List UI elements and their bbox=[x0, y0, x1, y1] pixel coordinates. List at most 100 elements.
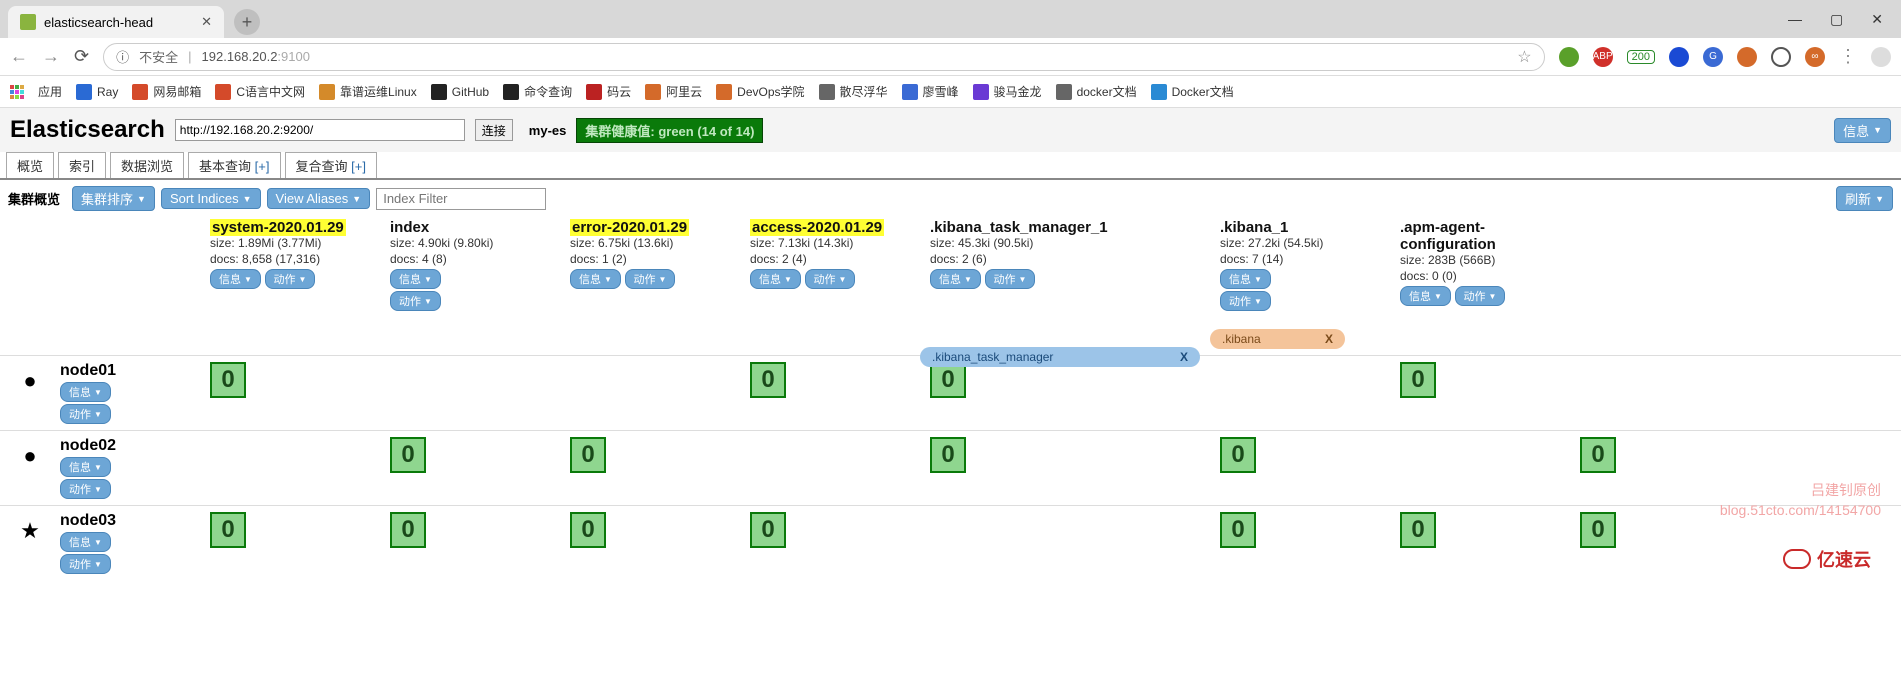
index-info-button[interactable]: 信息 ▼ bbox=[570, 269, 621, 289]
new-tab-button[interactable]: + bbox=[234, 9, 260, 35]
bookmark-item[interactable]: Docker文档 bbox=[1151, 83, 1234, 100]
shard[interactable]: 0 bbox=[1220, 437, 1256, 473]
cluster-sort-button[interactable]: 集群排序▼ bbox=[72, 186, 155, 211]
extension-badge[interactable]: 200 bbox=[1627, 50, 1655, 64]
node-info-button[interactable]: 信息 ▼ bbox=[60, 532, 111, 552]
bookmark-item[interactable]: docker文档 bbox=[1056, 83, 1137, 100]
bookmark-item[interactable]: GitHub bbox=[431, 83, 489, 100]
tab-3[interactable]: 基本查询 [+] bbox=[188, 152, 280, 178]
node-info-button[interactable]: 信息 ▼ bbox=[60, 457, 111, 477]
shard[interactable]: 0 bbox=[1580, 512, 1616, 548]
view-aliases-button[interactable]: View Aliases▼ bbox=[267, 188, 371, 209]
shard[interactable]: 0 bbox=[390, 437, 426, 473]
alias-bar[interactable]: .kibanaX bbox=[1210, 329, 1345, 349]
minimize-icon[interactable]: — bbox=[1788, 11, 1802, 28]
tab-0[interactable]: 概览 bbox=[6, 152, 54, 178]
sort-indices-button[interactable]: Sort Indices▼ bbox=[161, 188, 261, 209]
extension-icon[interactable] bbox=[1669, 47, 1689, 67]
index-action-button[interactable]: 动作 ▼ bbox=[625, 269, 676, 289]
index-action-button[interactable]: 动作 ▼ bbox=[805, 269, 856, 289]
shard[interactable]: 0 bbox=[1220, 512, 1256, 548]
index-name[interactable]: system-2020.01.29 bbox=[210, 219, 346, 236]
apps-icon[interactable] bbox=[10, 85, 24, 99]
tab-1[interactable]: 索引 bbox=[58, 152, 106, 178]
browser-tab[interactable]: elasticsearch-head ✕ bbox=[8, 6, 224, 38]
tab-4[interactable]: 复合查询 [+] bbox=[285, 152, 377, 178]
shard[interactable]: 0 bbox=[210, 512, 246, 548]
shard[interactable]: 0 bbox=[930, 362, 966, 398]
menu-icon[interactable]: ⋮ bbox=[1839, 46, 1857, 67]
shard[interactable]: 0 bbox=[1580, 437, 1616, 473]
extension-icon[interactable] bbox=[1771, 47, 1791, 67]
bookmark-item[interactable]: C语言中文网 bbox=[215, 83, 305, 100]
bookmark-item[interactable]: 骏马金龙 bbox=[973, 83, 1042, 100]
shard[interactable]: 0 bbox=[1400, 512, 1436, 548]
index-name[interactable]: .kibana_task_manager_1 bbox=[930, 219, 1210, 236]
node-name[interactable]: node02 bbox=[60, 437, 210, 455]
apps-label[interactable]: 应用 bbox=[38, 83, 62, 100]
address-bar[interactable]: ⓘ 不安全 | 192.168.20.2:9100 ☆ bbox=[103, 43, 1545, 71]
node-name[interactable]: node03 bbox=[60, 512, 210, 530]
abp-icon[interactable]: ABP bbox=[1593, 47, 1613, 67]
extension-icon[interactable] bbox=[1737, 47, 1757, 67]
index-info-button[interactable]: 信息 ▼ bbox=[390, 269, 441, 289]
index-action-button[interactable]: 动作 ▼ bbox=[390, 291, 441, 311]
index-name[interactable]: access-2020.01.29 bbox=[750, 219, 884, 236]
index-action-button[interactable]: 动作 ▼ bbox=[985, 269, 1036, 289]
index-info-button[interactable]: 信息 ▼ bbox=[1220, 269, 1271, 289]
info-icon[interactable]: ⓘ bbox=[116, 47, 129, 66]
reload-icon[interactable]: ⟳ bbox=[74, 46, 89, 67]
shard[interactable]: 0 bbox=[390, 512, 426, 548]
shard[interactable]: 0 bbox=[570, 512, 606, 548]
index-name[interactable]: index bbox=[390, 219, 560, 236]
avatar-icon[interactable] bbox=[1871, 47, 1891, 67]
index-action-button[interactable]: 动作 ▼ bbox=[1455, 286, 1506, 306]
shard[interactable]: 0 bbox=[750, 512, 786, 548]
connect-button[interactable]: 连接 bbox=[475, 119, 513, 141]
close-icon[interactable]: ✕ bbox=[201, 14, 212, 30]
extension-icon[interactable]: ∞ bbox=[1805, 47, 1825, 67]
bookmark-item[interactable]: 网易邮箱 bbox=[132, 83, 201, 100]
back-icon[interactable]: ← bbox=[10, 46, 28, 67]
node-action-button[interactable]: 动作 ▼ bbox=[60, 479, 111, 499]
shard[interactable]: 0 bbox=[750, 362, 786, 398]
index-name[interactable]: .apm-agent-configuration bbox=[1400, 219, 1570, 253]
bookmark-item[interactable]: 靠谱运维Linux bbox=[319, 83, 417, 100]
bookmark-item[interactable]: DevOps学院 bbox=[716, 83, 804, 100]
index-action-button[interactable]: 动作 ▼ bbox=[265, 269, 316, 289]
index-filter-input[interactable] bbox=[376, 188, 546, 210]
bookmark-item[interactable]: 散尽浮华 bbox=[819, 83, 888, 100]
star-icon[interactable]: ☆ bbox=[1517, 47, 1531, 67]
info-button[interactable]: 信息▼ bbox=[1834, 118, 1891, 143]
extension-icon[interactable] bbox=[1559, 47, 1579, 67]
tab-2[interactable]: 数据浏览 bbox=[110, 152, 184, 178]
extension-icon[interactable]: G bbox=[1703, 47, 1723, 67]
shard[interactable]: 0 bbox=[1400, 362, 1436, 398]
index-info-button[interactable]: 信息 ▼ bbox=[1400, 286, 1451, 306]
es-url-input[interactable] bbox=[175, 119, 465, 141]
shard[interactable]: 0 bbox=[930, 437, 966, 473]
close-icon[interactable]: X bbox=[1325, 332, 1333, 346]
node-action-button[interactable]: 动作 ▼ bbox=[60, 554, 111, 574]
index-name[interactable]: .kibana_1 bbox=[1220, 219, 1390, 236]
index-info-button[interactable]: 信息 ▼ bbox=[930, 269, 981, 289]
bookmark-item[interactable]: 廖雪峰 bbox=[902, 83, 959, 100]
index-info-button[interactable]: 信息 ▼ bbox=[210, 269, 261, 289]
close-icon[interactable]: X bbox=[1180, 350, 1188, 364]
bookmark-item[interactable]: 阿里云 bbox=[645, 83, 702, 100]
close-window-icon[interactable]: ✕ bbox=[1871, 11, 1883, 28]
shard[interactable]: 0 bbox=[570, 437, 606, 473]
index-name[interactable]: error-2020.01.29 bbox=[570, 219, 689, 236]
bookmark-item[interactable]: 码云 bbox=[586, 83, 631, 100]
shard[interactable]: 0 bbox=[210, 362, 246, 398]
node-info-button[interactable]: 信息 ▼ bbox=[60, 382, 111, 402]
maximize-icon[interactable]: ▢ bbox=[1830, 11, 1843, 28]
refresh-button[interactable]: 刷新▼ bbox=[1836, 186, 1893, 211]
bookmark-item[interactable]: Ray bbox=[76, 83, 118, 100]
node-action-button[interactable]: 动作 ▼ bbox=[60, 404, 111, 424]
index-info-button[interactable]: 信息 ▼ bbox=[750, 269, 801, 289]
bookmark-item[interactable]: 命令查询 bbox=[503, 83, 572, 100]
index-action-button[interactable]: 动作 ▼ bbox=[1220, 291, 1271, 311]
node-name[interactable]: node01 bbox=[60, 362, 210, 380]
alias-bar[interactable]: .kibana_task_managerX bbox=[920, 347, 1200, 367]
